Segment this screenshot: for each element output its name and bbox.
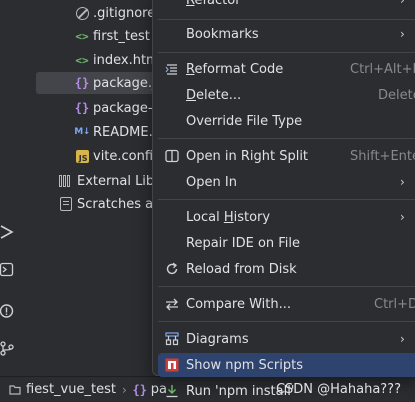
menu-item-open-in[interactable]: Open In ›	[158, 170, 415, 194]
terminal-icon[interactable]	[0, 262, 14, 278]
library-icon	[58, 173, 74, 189]
tree-item-label: README.md	[93, 124, 154, 140]
menu-item-label: Reload from Disk	[186, 261, 297, 277]
menu-item-delete[interactable]: Delete... Delete	[158, 83, 415, 107]
reformat-icon	[164, 61, 180, 77]
menu-item-reload-from-disk[interactable]: Reload from Disk	[158, 257, 415, 281]
tree-item-label: package.json	[93, 75, 154, 91]
menu-item-label: Repair IDE on File	[186, 235, 301, 251]
menu-item-refactor[interactable]: Refactor ›	[158, 0, 415, 12]
menu-separator	[158, 321, 415, 322]
breadcrumb-project[interactable]: fiest_vue_test	[26, 382, 116, 397]
menu-item-diagrams[interactable]: Diagrams ›	[158, 327, 415, 351]
tree-item-vite-config[interactable]: JS vite.config.js	[74, 145, 154, 167]
chevron-right-icon: ›	[400, 210, 405, 224]
tree-item-first-test[interactable]: <> first_test	[74, 25, 154, 47]
tree-item-label: package-lock.json	[93, 100, 154, 116]
menu-item-label: Show npm Scripts	[186, 357, 303, 373]
tree-item-scratches[interactable]: Scratches and Consoles	[58, 193, 154, 215]
chevron-right-icon: ›	[400, 332, 405, 346]
tree-item-label: Scratches and Consoles	[77, 196, 154, 212]
npm-icon	[164, 357, 180, 373]
menu-item-reformat-code[interactable]: Reformat Code Ctrl+Alt+L	[158, 57, 415, 81]
chevron-right-icon: ›	[400, 175, 405, 189]
menu-item-label: Bookmarks	[186, 26, 259, 42]
menu-item-shortcut: Ctrl+Alt+L	[350, 61, 415, 77]
menu-item-show-npm-scripts[interactable]: Show npm Scripts	[158, 353, 415, 377]
menu-item-open-in-right-split[interactable]: Open in Right Split Shift+Enter	[158, 144, 415, 168]
chevron-right-icon: ›	[400, 27, 405, 41]
tree-item-index-html[interactable]: <> index.html	[74, 49, 154, 71]
scratches-icon	[58, 196, 74, 212]
markdown-file-icon: M↓	[74, 127, 90, 137]
services-icon[interactable]	[0, 224, 14, 240]
problems-icon[interactable]	[0, 303, 14, 319]
menu-separator	[158, 199, 415, 200]
menu-item-label: Diagrams	[186, 331, 249, 347]
project-folder-icon	[8, 383, 22, 397]
menu-item-bookmarks[interactable]: Bookmarks ›	[158, 22, 415, 46]
tree-item-label: vite.config.js	[93, 148, 154, 164]
menu-separator	[158, 286, 415, 287]
reload-icon	[164, 261, 180, 277]
menu-separator	[158, 52, 415, 53]
npm-install-icon	[164, 383, 180, 399]
compare-icon	[164, 296, 180, 312]
tree-item-label: .gitignore	[93, 5, 154, 21]
menu-separator	[158, 138, 415, 139]
git-icon[interactable]	[0, 340, 14, 356]
context-menu: Refactor › Bookmarks › Reformat Code Ctr…	[152, 0, 415, 399]
watermark: CSDN @Hahaha???	[275, 381, 401, 397]
json-file-icon: {}	[74, 101, 90, 115]
split-icon	[164, 148, 180, 164]
tree-item-label: index.html	[93, 52, 154, 68]
menu-separator	[158, 19, 415, 20]
tree-item-gitignore[interactable]: .gitignore	[74, 2, 154, 24]
project-tree: .gitignore <> first_test <> index.html {…	[22, 0, 154, 376]
tree-item-external-libraries[interactable]: External Libraries	[58, 170, 154, 192]
chevron-right-icon: ›	[400, 0, 405, 7]
menu-item-label: Override File Type	[186, 113, 303, 129]
breadcrumb-separator-icon: ›	[121, 382, 127, 397]
menu-item-shortcut: Shift+Enter	[350, 148, 415, 164]
menu-item-label: Open In	[186, 174, 237, 190]
html-file-icon: <>	[75, 53, 89, 67]
menu-item-label: Delete...	[186, 87, 242, 103]
menu-item-local-history[interactable]: Local History ›	[158, 205, 415, 229]
menu-item-label: Refactor	[186, 0, 241, 8]
tree-item-label: first_test	[93, 28, 150, 44]
js-file-icon: JS	[74, 148, 90, 164]
tree-item-package-json[interactable]: {} package.json	[36, 72, 154, 94]
menu-item-override-file-type[interactable]: Override File Type	[158, 109, 415, 133]
menu-item-label: Compare With...	[186, 296, 292, 312]
tree-item-package-lock[interactable]: {} package-lock.json	[74, 97, 154, 119]
diagram-icon	[164, 331, 180, 347]
menu-item-shortcut: Delete	[378, 87, 415, 103]
menu-item-label: Reformat Code	[186, 61, 284, 77]
menu-item-repair-ide[interactable]: Repair IDE on File	[158, 231, 415, 255]
json-file-icon: {}	[132, 382, 147, 397]
json-file-icon: {}	[74, 76, 90, 90]
menu-item-shortcut: Ctrl+D	[374, 296, 415, 312]
gitignore-icon	[74, 5, 90, 21]
html-file-icon: <>	[75, 29, 89, 43]
tree-item-readme[interactable]: M↓ README.md	[74, 121, 154, 143]
menu-item-compare-with[interactable]: Compare With... Ctrl+D	[158, 292, 415, 316]
menu-item-label: Local History	[186, 209, 271, 225]
tool-window-strip	[0, 0, 22, 376]
menu-item-label: Open in Right Split	[186, 148, 309, 164]
tree-item-label: External Libraries	[77, 173, 154, 189]
